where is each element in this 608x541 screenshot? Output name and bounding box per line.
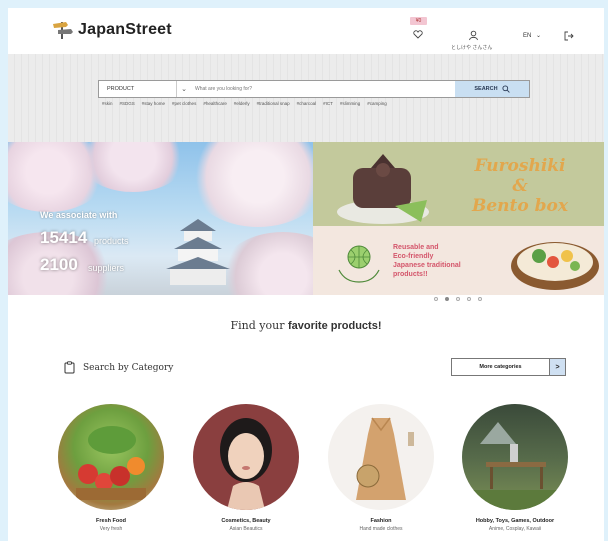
tagline-line: Eco-friendly (393, 253, 434, 260)
category-section-title: Search by Category (83, 362, 174, 373)
banner-intro: We associate with (40, 210, 118, 220)
cart-badge: ¥0 (410, 17, 427, 25)
bento-box-illustration (511, 242, 599, 290)
search-input[interactable] (191, 81, 455, 97)
banner-title-line-2: Bento box (471, 196, 568, 216)
tagline-line: Japanese traditional (393, 262, 461, 269)
headline-bold: favorite products! (287, 320, 382, 332)
dress-illustration (356, 417, 414, 500)
fresh-food-image (58, 404, 164, 510)
popular-tags: #skin #SDGS #stay home #pet clothes #hea… (102, 101, 532, 106)
products-count: 15414 (40, 228, 88, 247)
banner-title-amp: & (512, 176, 528, 196)
tag-link[interactable]: #pet clothes (172, 101, 196, 106)
category-subtitle: Anime, Cosplay, Kawaii (488, 526, 542, 532)
category-subtitle: Hand made clothes (359, 526, 403, 532)
model-portrait-illustration (220, 418, 272, 510)
furoshiki-bundle-illustration (337, 154, 429, 224)
category-subtitle: Asian Beautics (229, 526, 263, 532)
fashion-image (328, 404, 434, 510)
tag-link[interactable]: #ICT (323, 101, 333, 106)
tag-link[interactable]: #slimming (340, 101, 360, 106)
category-card-hobby[interactable]: Hobby, Toys, Games, Outdoor Anime, Cospl… (460, 404, 570, 532)
search-button-label: SEARCH (474, 86, 498, 92)
brand-logo[interactable]: JapanStreet (52, 20, 172, 40)
suppliers-count: 2100 (40, 255, 78, 274)
carousel-dot[interactable] (467, 297, 471, 301)
tag-link[interactable]: #healthcare (203, 101, 227, 106)
hero-banner-furoshiki[interactable]: Furoshiki & Bento box Reusable and Eco-f… (313, 142, 604, 295)
tagline-line: Reusable and (393, 244, 439, 251)
headline-prefix: Find your (230, 319, 285, 332)
carousel-indicators (434, 297, 482, 301)
tag-link[interactable]: #stay home (142, 101, 165, 106)
cosmetics-image (193, 404, 299, 510)
carousel-dot-active[interactable] (445, 297, 449, 301)
hero-banner-stats[interactable]: We associate with 15414 products 2100 su… (8, 142, 313, 295)
camping-illustration (462, 422, 568, 510)
category-name: Fresh Food (96, 518, 126, 524)
category-section-header: Search by Category (64, 361, 173, 374)
tag-link[interactable]: #elderly (234, 101, 250, 106)
search-section: PRODUCT ⌄ SEARCH #skin #SDGS #stay home … (8, 54, 604, 142)
language-selector[interactable]: EN ⌄ (523, 32, 541, 39)
category-card-fresh-food[interactable]: Fresh Food Very fresh (56, 404, 166, 532)
banner-tagline: Reusable and Eco-friendly Japanese tradi… (393, 243, 461, 279)
vegetables-illustration (76, 426, 146, 500)
language-label: EN (523, 33, 532, 39)
search-category-select[interactable]: PRODUCT (99, 81, 177, 97)
more-categories-button[interactable]: More categories > (451, 358, 566, 376)
site-header: JapanStreet ¥0 としけや さんさん EN ⌄ (8, 8, 604, 54)
tag-link[interactable]: #traditional snap (257, 101, 290, 106)
clipboard-icon (64, 361, 75, 374)
user-icon[interactable] (468, 30, 479, 43)
chevron-down-icon: ⌄ (536, 33, 542, 39)
search-icon (502, 85, 510, 93)
chevron-down-icon[interactable]: ⌄ (177, 85, 191, 93)
carousel-dot[interactable] (478, 297, 482, 301)
cherry-blossom-decoration (188, 142, 313, 227)
chevron-right-icon: > (549, 359, 565, 375)
tag-link[interactable]: #SDGS (120, 101, 135, 106)
castle-illustration (166, 219, 230, 285)
banner-title: Furoshiki & Bento box (455, 156, 585, 216)
more-categories-label: More categories (479, 364, 522, 370)
tagline-line: products!! (393, 271, 428, 278)
brand-name: JapanStreet (78, 21, 172, 38)
products-unit: products (94, 236, 129, 246)
category-card-fashion[interactable]: Fashion Hand made clothes (326, 404, 436, 532)
category-name: Fashion (370, 518, 392, 524)
search-bar: PRODUCT ⌄ SEARCH (98, 80, 530, 98)
search-button[interactable]: SEARCH (455, 81, 529, 97)
globe-hands-icon (338, 245, 380, 283)
tag-link[interactable]: #charcoal (297, 101, 317, 106)
suppliers-unit: suppliers (88, 263, 125, 273)
user-name[interactable]: としけや さんさん (451, 44, 492, 51)
category-subtitle: Very fresh (99, 526, 123, 532)
carousel-dot[interactable] (434, 297, 438, 301)
tag-link[interactable]: #skin (102, 101, 113, 106)
tag-link[interactable]: #camping (367, 101, 387, 106)
category-name: Cosmetics, Beauty (221, 518, 271, 524)
category-name: Hobby, Toys, Games, Outdoor (475, 518, 555, 524)
heart-icon[interactable] (413, 30, 423, 41)
page: JapanStreet ¥0 としけや さんさん EN ⌄ PRODUCT ⌄ … (8, 8, 604, 541)
banner-title-line-1: Furoshiki (474, 156, 566, 176)
logout-icon[interactable] (564, 31, 574, 43)
carousel-dot[interactable] (456, 297, 460, 301)
category-card-cosmetics[interactable]: Cosmetics, Beauty Asian Beautics (191, 404, 301, 532)
signpost-logo-icon (52, 20, 74, 40)
section-headline: Find your favorite products! (8, 319, 604, 332)
outdoor-image (462, 404, 568, 510)
